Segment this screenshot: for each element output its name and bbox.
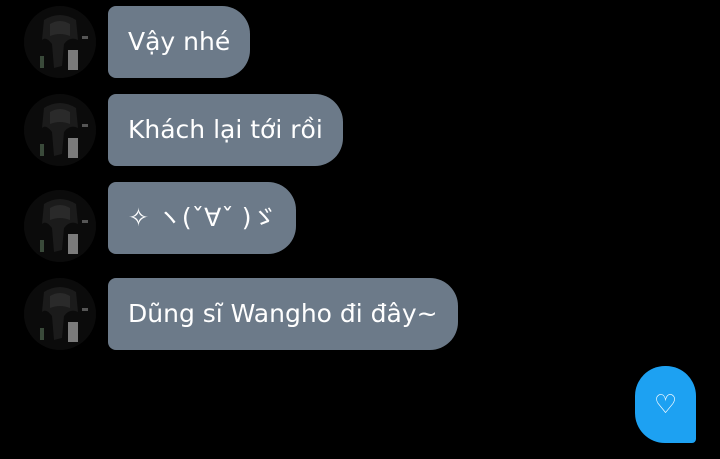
chat-thread: Vậy nhé Khách lại tới rồi ✧ ヽ(ˇ∀ˇ)ゞ Dũn… [0, 0, 720, 459]
message-bubble[interactable]: Dũng sĩ Wangho đi đây~ [108, 278, 458, 350]
heart-icon: ♡ [653, 389, 678, 420]
avatar[interactable] [24, 6, 96, 78]
message-bubble[interactable]: Khách lại tới rồi [108, 94, 343, 166]
message-bubble[interactable]: Vậy nhé [108, 6, 251, 78]
avatar[interactable] [24, 278, 96, 350]
heart-button[interactable]: ♡ [635, 366, 696, 443]
message-bubble[interactable]: ✧ ヽ(ˇ∀ˇ )ゞ [108, 182, 297, 254]
avatar[interactable] [24, 190, 96, 262]
avatar[interactable] [24, 94, 96, 166]
